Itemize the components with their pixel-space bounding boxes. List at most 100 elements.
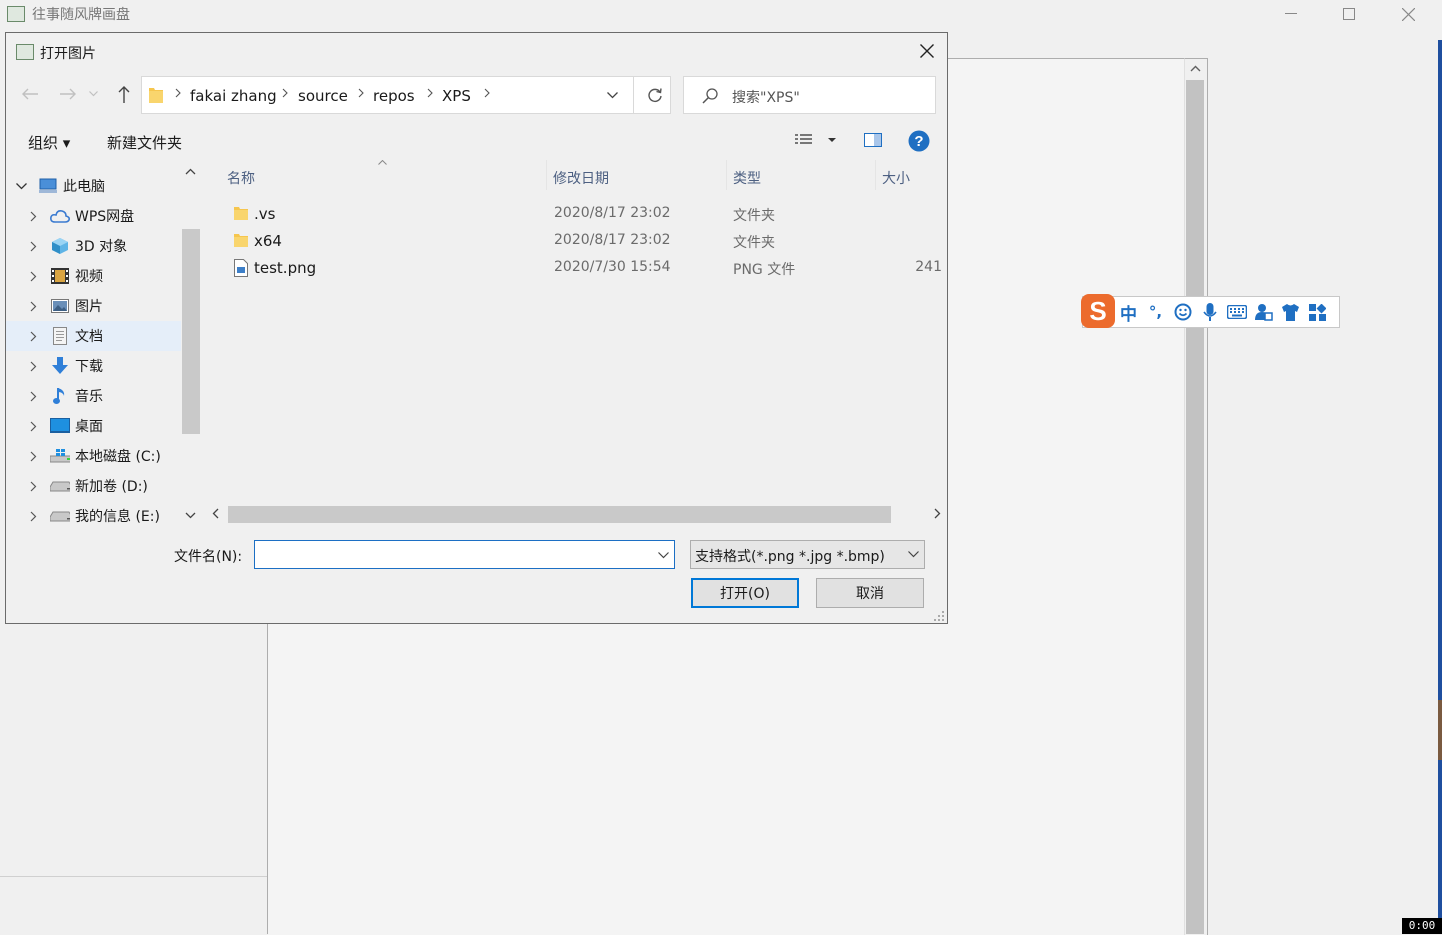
ime-skin-icon[interactable] xyxy=(1277,297,1304,327)
forward-button[interactable] xyxy=(56,80,80,108)
column-separator[interactable] xyxy=(875,160,876,190)
address-bar[interactable]: fakai zhang source repos XPS xyxy=(141,76,671,114)
open-button[interactable]: 打开(O) xyxy=(691,578,799,608)
expand-chevron-right-icon[interactable] xyxy=(26,511,40,522)
nav-item[interactable]: 下载 xyxy=(6,351,181,381)
breadcrumb-source[interactable]: source xyxy=(298,87,348,105)
expand-chevron-right-icon[interactable] xyxy=(26,361,40,372)
breadcrumb-fakai-zhang[interactable]: fakai zhang xyxy=(190,87,277,105)
nav-item-label: 本地磁盘 (C:) xyxy=(75,449,161,465)
chevron-right-icon xyxy=(30,361,36,371)
expand-chevron-right-icon[interactable] xyxy=(26,481,40,492)
chevron-down-icon xyxy=(88,91,98,97)
minimize-button[interactable] xyxy=(1268,0,1314,28)
column-header-name[interactable]: 名称 xyxy=(227,168,255,188)
file-type: 文件夹 xyxy=(733,208,775,224)
back-button[interactable] xyxy=(18,80,42,108)
file-date: 2020/7/30 15:54 xyxy=(554,259,671,275)
close-window-button[interactable] xyxy=(1385,0,1431,28)
recent-locations-button[interactable] xyxy=(86,80,100,108)
chevron-right-icon xyxy=(30,241,36,251)
filename-input[interactable] xyxy=(254,540,675,569)
file-row[interactable]: test.png 2020/7/30 15:54 PNG 文件 241 xyxy=(226,255,946,282)
nav-item[interactable]: 图片 xyxy=(6,291,181,321)
folder-icon xyxy=(234,232,248,248)
drive-icon xyxy=(50,477,70,495)
search-icon xyxy=(702,88,718,104)
column-separator[interactable] xyxy=(726,160,727,190)
nav-item-label: 音乐 xyxy=(75,389,103,405)
nav-item[interactable]: 视频 xyxy=(6,261,181,291)
ime-toolbox-icon[interactable] xyxy=(1304,297,1331,327)
ime-keyboard-icon[interactable] xyxy=(1223,297,1250,327)
file-name: .vs xyxy=(254,205,276,223)
file-type: 文件夹 xyxy=(733,235,775,251)
scroll-left-arrow-icon xyxy=(212,508,219,519)
expand-chevron-right-icon[interactable] xyxy=(26,271,40,282)
column-header-type[interactable]: 类型 xyxy=(733,168,761,188)
up-button[interactable] xyxy=(112,80,136,108)
main-title-bar xyxy=(0,0,1442,28)
ime-emoji-icon[interactable] xyxy=(1169,297,1196,327)
ime-punctuation-mode[interactable]: °, xyxy=(1142,297,1169,327)
help-button[interactable]: ? xyxy=(908,130,930,152)
column-header-size[interactable]: 大小 xyxy=(882,168,910,188)
maximize-button[interactable] xyxy=(1326,0,1372,28)
sogou-logo-icon[interactable]: S xyxy=(1081,294,1115,328)
close-icon xyxy=(920,44,934,58)
change-view-button[interactable] xyxy=(795,133,839,147)
canvas-scroll-thumb[interactable] xyxy=(1186,80,1204,934)
file-type-filter-select[interactable]: 支持格式(*.png *.jpg *.bmp) xyxy=(690,540,925,569)
nav-item[interactable]: 桌面 xyxy=(6,411,181,441)
breadcrumb-repos[interactable]: repos xyxy=(373,87,415,105)
column-header-date[interactable]: 修改日期 xyxy=(553,168,609,188)
svg-text:?: ? xyxy=(914,133,923,150)
expand-chevron-right-icon[interactable] xyxy=(26,241,40,252)
file-type: PNG 文件 xyxy=(733,262,796,278)
ime-toolbar[interactable]: S 中 °, xyxy=(1081,294,1340,328)
expand-chevron-right-icon[interactable] xyxy=(26,301,40,312)
expand-chevron-down-icon[interactable] xyxy=(14,182,28,190)
new-folder-button[interactable]: 新建文件夹 xyxy=(107,132,182,153)
nav-item[interactable]: 文档 xyxy=(6,321,181,351)
file-row[interactable]: .vs 2020/8/17 23:02 文件夹 xyxy=(226,201,946,228)
breadcrumb-chevron-icon xyxy=(358,88,364,98)
ime-mic-icon[interactable] xyxy=(1196,297,1223,327)
file-list-scroll-thumb[interactable] xyxy=(228,506,891,523)
expand-chevron-right-icon[interactable] xyxy=(26,451,40,462)
breadcrumb-chevron-icon xyxy=(175,88,181,98)
organize-button[interactable]: 组织 ▾ xyxy=(28,132,70,153)
chevron-right-icon xyxy=(30,421,36,431)
nav-item[interactable]: 本地磁盘 (C:) xyxy=(6,441,181,471)
expand-chevron-right-icon[interactable] xyxy=(26,331,40,342)
resize-grip-icon[interactable] xyxy=(934,611,944,621)
open-file-dialog: 打开图片 fakai zhang source repos XPS 搜索"XPS… xyxy=(5,32,948,624)
cancel-button[interactable]: 取消 xyxy=(816,578,924,608)
expand-chevron-right-icon[interactable] xyxy=(26,391,40,402)
nav-item[interactable]: 此电脑 xyxy=(6,171,181,201)
ime-user-icon[interactable] xyxy=(1250,297,1277,327)
desktop-edge xyxy=(1438,40,1442,934)
search-input[interactable]: 搜索"XPS" xyxy=(683,76,936,114)
nav-scroll-thumb[interactable] xyxy=(182,229,200,434)
nav-item[interactable]: 新加卷 (D:) xyxy=(6,471,181,501)
expand-chevron-right-icon[interactable] xyxy=(26,421,40,432)
chevron-right-icon xyxy=(30,391,36,401)
file-type-filter-value: 支持格式(*.png *.jpg *.bmp) xyxy=(695,549,885,565)
file-date: 2020/8/17 23:02 xyxy=(554,232,671,248)
nav-item[interactable]: 3D 对象 xyxy=(6,231,181,261)
preview-pane-button[interactable] xyxy=(864,133,882,147)
filename-dropdown-button[interactable] xyxy=(654,545,672,565)
nav-item[interactable]: 音乐 xyxy=(6,381,181,411)
nav-item-label: 我的信息 (E:) xyxy=(75,509,160,525)
nav-item-label: 图片 xyxy=(75,299,103,315)
nav-item[interactable]: WPS网盘 xyxy=(6,201,181,231)
dialog-close-button[interactable] xyxy=(912,37,942,65)
file-name: test.png xyxy=(254,259,317,277)
file-row[interactable]: x64 2020/8/17 23:02 文件夹 xyxy=(226,228,946,255)
nav-item[interactable]: 我的信息 (E:) xyxy=(6,501,181,531)
ime-chinese-mode[interactable]: 中 xyxy=(1115,297,1142,327)
breadcrumb-xps[interactable]: XPS xyxy=(442,87,471,105)
expand-chevron-right-icon[interactable] xyxy=(26,211,40,222)
column-separator[interactable] xyxy=(546,160,547,190)
